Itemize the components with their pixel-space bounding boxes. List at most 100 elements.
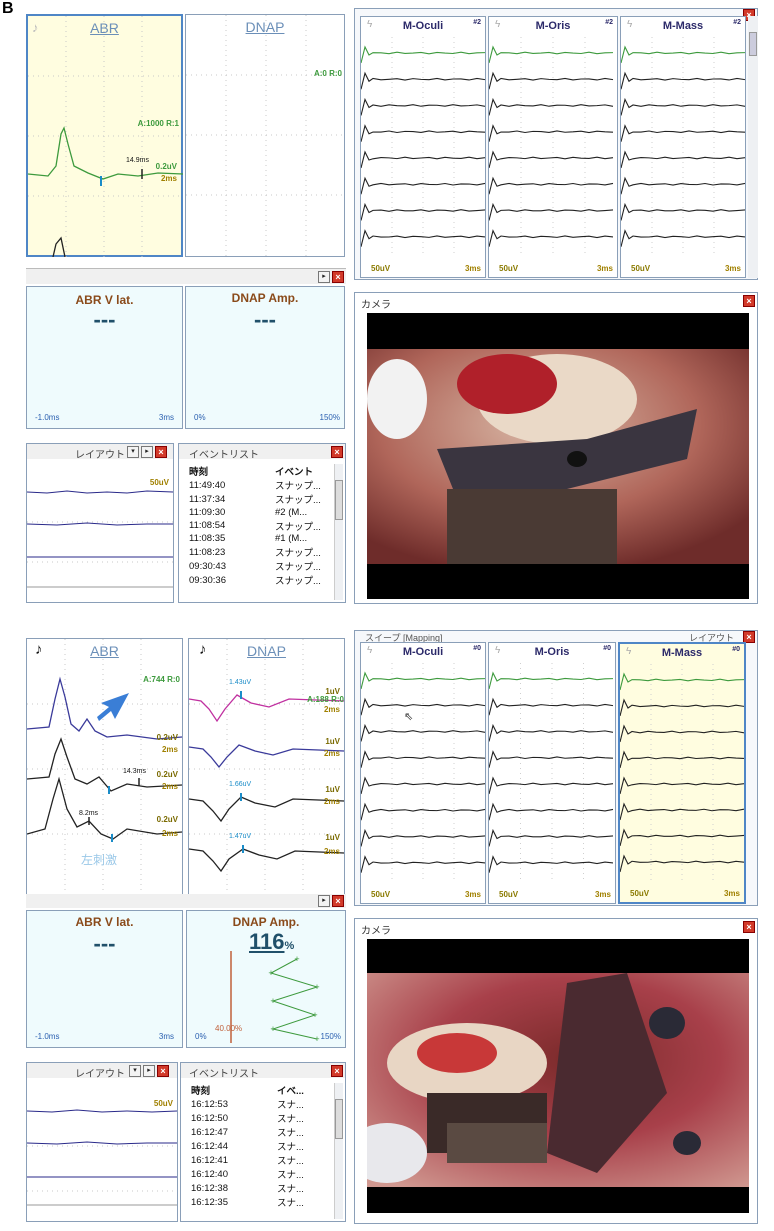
table-row[interactable]: 16:12:53 スナ... <box>191 1097 310 1112</box>
emg-time: 3ms <box>596 264 613 273</box>
scrollbar[interactable] <box>334 464 343 600</box>
close-icon[interactable]: × <box>743 921 755 933</box>
emg-panel-mass[interactable]: ϟ M-Mass #2 50uV 3ms <box>620 16 746 278</box>
svg-text:+: + <box>314 1034 319 1044</box>
svg-text:+: + <box>294 954 299 964</box>
table-row[interactable]: 11:08:23 スナップ... <box>189 545 327 560</box>
emg-trace <box>489 802 614 821</box>
close-icon[interactable]: × <box>332 271 344 283</box>
abr-latency: 8.2ms <box>79 810 99 817</box>
svg-text:+: + <box>270 1024 275 1034</box>
table-row[interactable]: 16:12:40 スナ... <box>191 1167 310 1182</box>
table-row[interactable]: 11:08:35 #1 (M... <box>189 533 327 546</box>
table-row[interactable]: 16:12:50 スナ... <box>191 1111 310 1126</box>
camera-panel: カメラ × <box>354 292 758 604</box>
table-row[interactable]: 16:12:44 スナ... <box>191 1139 310 1154</box>
emg-trace <box>489 723 614 742</box>
dropdown-icon[interactable]: ▾ <box>127 446 139 458</box>
emg-trace <box>621 45 745 64</box>
table-row[interactable]: 11:37:34 スナップ... <box>189 492 327 507</box>
column-header-event: イベ... <box>277 1086 304 1097</box>
dnap-amp-meter: DNAP Amp. --- 0% 150% <box>185 286 345 429</box>
cursor-icon: ⇖ <box>404 711 414 723</box>
emg-panel-oculi[interactable]: ϟ M-Oculi #2 50uV 3ms <box>360 16 486 278</box>
dropdown-icon[interactable]: ▾ <box>129 1065 141 1077</box>
close-icon[interactable]: × <box>155 446 167 458</box>
dnap-peak-label: 1.66uV <box>229 781 252 788</box>
svg-text:+: + <box>312 1010 317 1020</box>
emg-trace <box>620 776 744 795</box>
scrollbar[interactable] <box>334 1083 343 1219</box>
table-row[interactable]: 11:49:40 スナップ... <box>189 478 327 493</box>
close-icon[interactable]: × <box>157 1065 169 1077</box>
emg-title: M-Oculi <box>402 646 444 658</box>
top-screen: ♪ ABR A:1000 R:1 14.9ms 0.2uV 2ms DNAP A… <box>0 0 774 605</box>
close-icon[interactable]: × <box>331 1065 343 1077</box>
emg-panel-oris[interactable]: ϟ M-Oris #0 50uV 3ms <box>488 642 616 904</box>
abr-amp-scale: 0.2uV <box>156 815 178 824</box>
dnap-panel[interactable]: DNAP A:0 R:0 <box>185 14 345 257</box>
meter-header: ▸ × <box>26 894 346 908</box>
table-row[interactable]: 16:12:38 スナ... <box>191 1181 310 1196</box>
table-row[interactable]: 09:30:43 スナップ... <box>189 559 327 574</box>
column-header-time: 時刻 <box>191 1086 211 1097</box>
emg-trace <box>489 750 614 768</box>
emg-trace <box>489 124 614 142</box>
emg-trace <box>361 176 485 195</box>
emg-title: M-Oris <box>534 646 570 658</box>
scrollbar[interactable] <box>748 16 758 278</box>
abr-average: A:744 R:0 <box>143 675 180 684</box>
abr-time-scale: 2ms <box>161 829 178 838</box>
emg-trace <box>489 671 614 690</box>
abr-side-label: 左刺激 <box>81 853 118 867</box>
dnap-amp-meter: DNAP Amp. 116% + + + + + + + 40.00% 0% 150% <box>186 910 346 1048</box>
table-row[interactable]: 16:12:35 スナ... <box>191 1195 310 1210</box>
threshold-label: 40.00% <box>215 1024 243 1033</box>
layout-traces <box>27 1109 177 1206</box>
emg-trace <box>489 45 614 64</box>
table-row[interactable]: 09:30:36 スナップ... <box>189 573 327 588</box>
emg-trace <box>620 698 744 717</box>
abr-panel[interactable]: ♪ ABR A:1000 R:1 14.9ms 0.2uV 2ms <box>26 14 183 257</box>
close-icon[interactable]: × <box>332 895 344 907</box>
close-icon[interactable]: × <box>743 295 755 307</box>
emg-scale: 50uV <box>499 264 519 273</box>
emg-panel-oculi[interactable]: ϟ M-Oculi #0 50uV 3ms <box>360 642 486 904</box>
abr-time-scale: 2ms <box>160 174 177 183</box>
emg-scale: 50uV <box>630 889 650 898</box>
expand-icon[interactable]: ▸ <box>318 895 330 907</box>
emg-trace <box>621 176 745 195</box>
expand-icon[interactable]: ▸ <box>143 1065 155 1077</box>
abr-panel[interactable]: ♪ ABR A:744 R:0 0.2uV 2ms 14.3ms 0.2uV 2… <box>26 638 183 900</box>
emg-badge: #0 <box>732 646 740 653</box>
emg-trace <box>489 71 614 90</box>
close-icon[interactable]: × <box>331 446 343 458</box>
emg-title: M-Mass <box>661 647 703 659</box>
abr-grid <box>28 16 183 257</box>
emg-trace <box>489 202 614 221</box>
emg-panel-mass[interactable]: ϟ M-Mass #0 50uV 3ms <box>618 642 746 904</box>
camera-view <box>367 313 749 599</box>
emg-trace <box>620 802 744 821</box>
emg-time: 3ms <box>724 264 741 273</box>
emg-scale: 50uV <box>371 890 391 899</box>
table-row[interactable]: 16:12:41 スナ... <box>191 1153 310 1168</box>
meter-value: --- <box>254 307 276 332</box>
dnap-time-scale: 2ms <box>323 705 340 714</box>
surgical-image <box>367 973 749 1187</box>
table-row[interactable]: 11:08:54 スナップ... <box>189 519 327 533</box>
abr-time-scale: 2ms <box>161 745 178 754</box>
abr-amp-scale: 0.2uV <box>155 162 177 171</box>
abr-latency: 14.3ms <box>123 768 146 775</box>
dnap-panel[interactable]: ♪ DNAP 1.43uV 1.66uV 1.47uV A:188 R:0 1u… <box>188 638 345 900</box>
emg-panel-oris[interactable]: ϟ M-Oris #2 50uV 3ms <box>488 16 618 278</box>
emg-trace <box>489 776 614 795</box>
table-row[interactable]: 11:09:30 #2 (M... <box>189 506 327 519</box>
table-row[interactable]: 16:12:47 スナ... <box>191 1125 310 1140</box>
event-list-title: イベントリスト <box>189 1069 259 1080</box>
abr-vlat-meter: ABR V lat. --- -1.0ms 3ms <box>26 910 183 1048</box>
dnap-amp-scale: 1uV <box>325 737 340 746</box>
dnap-amp-scale: 1uV <box>325 687 340 696</box>
expand-icon[interactable]: ▸ <box>141 446 153 458</box>
expand-icon[interactable]: ▸ <box>318 271 330 283</box>
